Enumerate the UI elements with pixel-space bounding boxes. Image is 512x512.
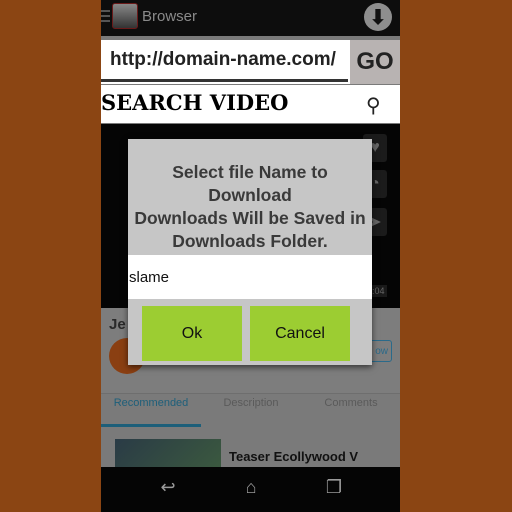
app-bar: Browser ⬇ — [101, 0, 400, 36]
file-name-input[interactable] — [128, 255, 372, 299]
url-bar: GO — [101, 40, 400, 84]
ok-button[interactable]: Ok — [142, 306, 242, 361]
dialog-message-line: Downloads Will be Saved in — [134, 208, 366, 228]
go-button[interactable]: GO — [350, 40, 400, 84]
home-icon[interactable]: ⌂ — [236, 477, 266, 498]
search-icon[interactable]: ⚲ — [366, 93, 381, 118]
app-logo-icon — [112, 3, 138, 29]
app-title: Browser — [142, 8, 198, 25]
tab-bar: Recommended Description Comments — [101, 393, 400, 428]
search-label: SEARCH VIDEO — [101, 90, 289, 115]
cancel-button[interactable]: Cancel — [250, 306, 350, 361]
download-icon[interactable]: ⬇ — [364, 3, 392, 31]
recent-apps-icon[interactable]: ❐ — [319, 477, 349, 498]
url-input[interactable] — [101, 40, 348, 82]
tab-recommended[interactable]: Recommended — [101, 397, 201, 409]
system-nav-bar: ↩ ⌂ ❐ — [101, 467, 400, 512]
download-dialog: Select file Name to Download Downloads W… — [128, 139, 372, 365]
dialog-message-line: Select file Name to Download — [172, 162, 328, 205]
dialog-message: Select file Name to Download Downloads W… — [128, 161, 372, 253]
menu-icon[interactable] — [101, 10, 110, 24]
video-title: Je — [109, 316, 126, 333]
list-item[interactable]: Teaser Ecollywood V — [101, 427, 400, 479]
dialog-message-line: Downloads Folder. — [172, 231, 328, 251]
list-item-title: Teaser Ecollywood V — [229, 449, 359, 464]
back-icon[interactable]: ↩ — [153, 477, 183, 498]
tab-description[interactable]: Description — [201, 397, 301, 409]
search-bar[interactable]: SEARCH VIDEO ⚲ — [101, 85, 400, 123]
tab-comments[interactable]: Comments — [301, 397, 400, 409]
